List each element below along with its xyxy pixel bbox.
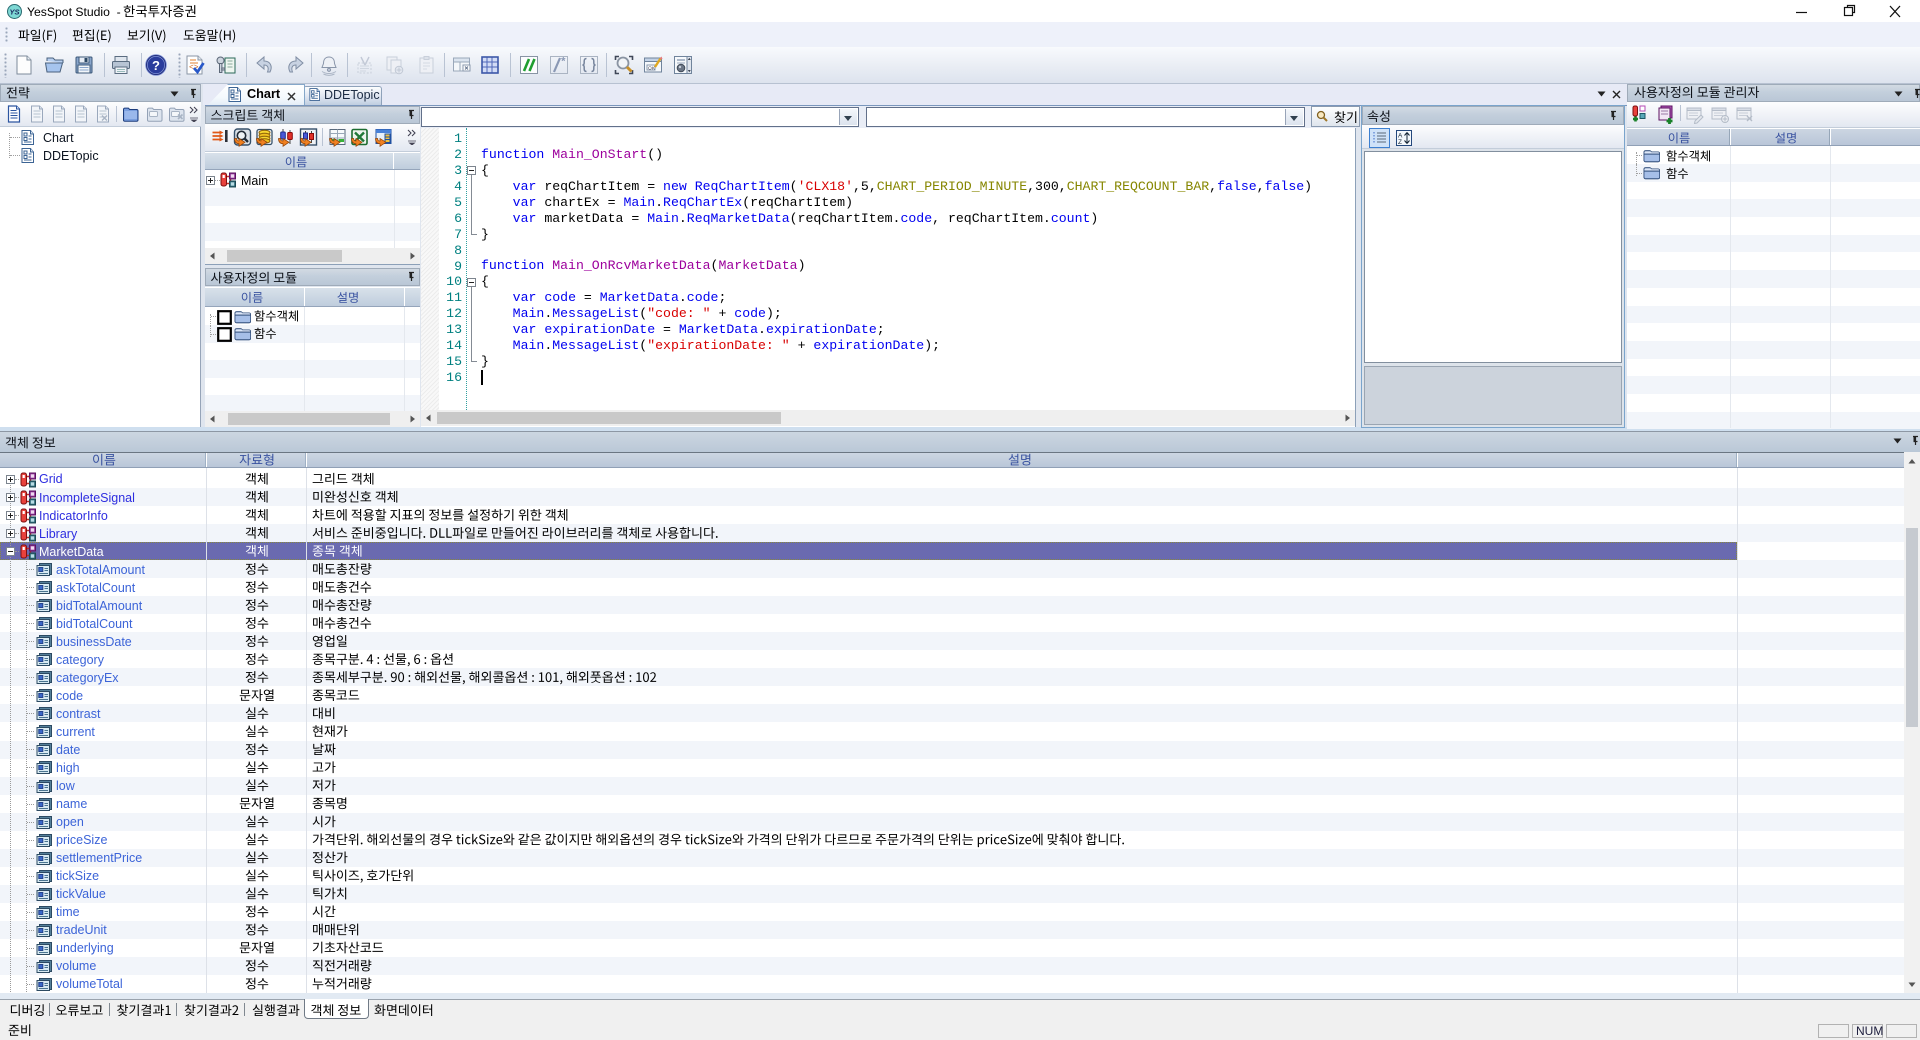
svg-text:?: ? xyxy=(152,58,160,73)
svg-text:Z: Z xyxy=(1398,139,1402,146)
svg-text:*: * xyxy=(560,57,567,69)
svg-text:YS: YS xyxy=(9,8,19,17)
